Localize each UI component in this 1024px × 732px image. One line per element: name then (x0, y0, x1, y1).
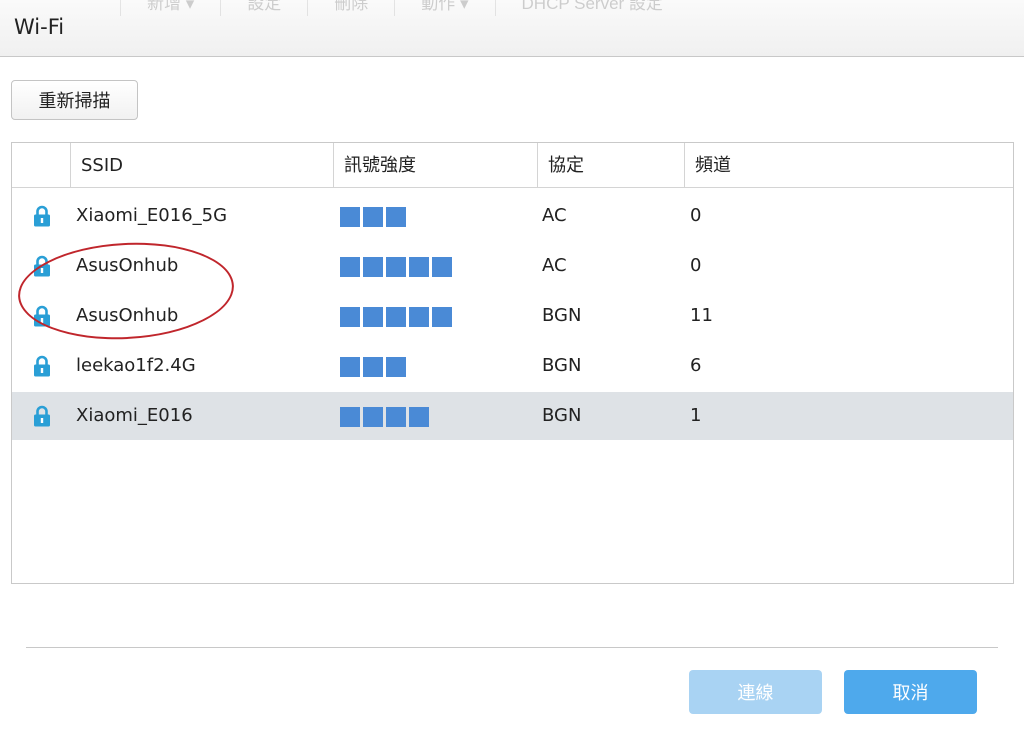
protocol-cell: AC (542, 205, 567, 226)
background-menu-item: 新增 ▾ (120, 0, 220, 16)
channel-cell: 0 (690, 205, 702, 226)
wifi-network-table: SSID 訊號強度 協定 頻道 Xiaomi_E016_5G AC 0 AsusOnh… (11, 142, 1014, 584)
protocol-cell: BGN (542, 355, 582, 376)
column-header-protocol[interactable]: 協定 (537, 143, 684, 187)
signal-bar (432, 307, 452, 327)
signal-bar (409, 257, 429, 277)
ssid-cell: Xiaomi_E016 (76, 405, 193, 426)
channel-cell: 1 (690, 405, 702, 426)
title-bar: 新增 ▾ 設定 刪除 動作 ▾ DHCP Server 設定 Wi-Fi (0, 0, 1024, 57)
channel-cell: 6 (690, 355, 702, 376)
signal-bar (386, 207, 406, 227)
channel-cell: 0 (690, 255, 702, 276)
signal-strength-meter (340, 407, 429, 427)
background-menu-item: DHCP Server 設定 (494, 0, 689, 16)
rescan-button[interactable]: 重新掃描 (11, 80, 138, 120)
background-menu-item: 設定 (220, 0, 307, 16)
protocol-cell: BGN (542, 305, 582, 326)
table-row[interactable]: AsusOnhub AC 0 (12, 242, 1013, 290)
signal-bar (340, 307, 360, 327)
lock-icon (34, 355, 50, 377)
signal-bar (386, 357, 406, 377)
signal-bar (340, 407, 360, 427)
cancel-button[interactable]: 取消 (844, 670, 977, 714)
background-menu: 新增 ▾ 設定 刪除 動作 ▾ DHCP Server 設定 (120, 0, 689, 16)
column-header-channel[interactable]: 頻道 (684, 143, 1013, 187)
signal-bar (363, 307, 383, 327)
table-row[interactable]: AsusOnhub BGN 11 (12, 292, 1013, 340)
signal-bar (386, 257, 406, 277)
connect-button[interactable]: 連線 (689, 670, 822, 714)
table-row[interactable]: Xiaomi_E016_5G AC 0 (12, 192, 1013, 240)
lock-icon (34, 305, 50, 327)
signal-bar (432, 257, 452, 277)
signal-strength-meter (340, 357, 406, 377)
protocol-cell: AC (542, 255, 567, 276)
channel-cell: 11 (690, 305, 713, 326)
signal-bar (409, 307, 429, 327)
background-menu-item: 動作 ▾ (394, 0, 494, 16)
signal-bar (340, 357, 360, 377)
table-row[interactable]: Xiaomi_E016 BGN 1 (12, 392, 1013, 440)
lock-icon (34, 205, 50, 227)
dialog-title: Wi-Fi (14, 15, 65, 39)
column-header-signal[interactable]: 訊號強度 (333, 143, 537, 187)
lock-icon (34, 405, 50, 427)
column-header-ssid[interactable]: SSID (70, 143, 333, 187)
signal-strength-meter (340, 307, 452, 327)
signal-strength-meter (340, 207, 406, 227)
lock-icon (34, 255, 50, 277)
signal-bar (409, 407, 429, 427)
ssid-cell: AsusOnhub (76, 305, 179, 326)
ssid-cell: leekao1f2.4G (76, 355, 196, 376)
protocol-cell: BGN (542, 405, 582, 426)
table-row[interactable]: leekao1f2.4G BGN 6 (12, 342, 1013, 390)
signal-bar (386, 407, 406, 427)
signal-bar (363, 407, 383, 427)
signal-bar (340, 257, 360, 277)
signal-bar (340, 207, 360, 227)
ssid-cell: Xiaomi_E016_5G (76, 205, 228, 226)
wifi-dialog: 新增 ▾ 設定 刪除 動作 ▾ DHCP Server 設定 Wi-Fi 重新掃… (0, 0, 1024, 732)
background-menu-item: 刪除 (307, 0, 394, 16)
signal-bar (363, 357, 383, 377)
footer-divider (26, 647, 998, 648)
ssid-cell: AsusOnhub (76, 255, 179, 276)
signal-strength-meter (340, 257, 452, 277)
signal-bar (386, 307, 406, 327)
signal-bar (363, 257, 383, 277)
table-header: SSID 訊號強度 協定 頻道 (12, 143, 1013, 188)
signal-bar (363, 207, 383, 227)
